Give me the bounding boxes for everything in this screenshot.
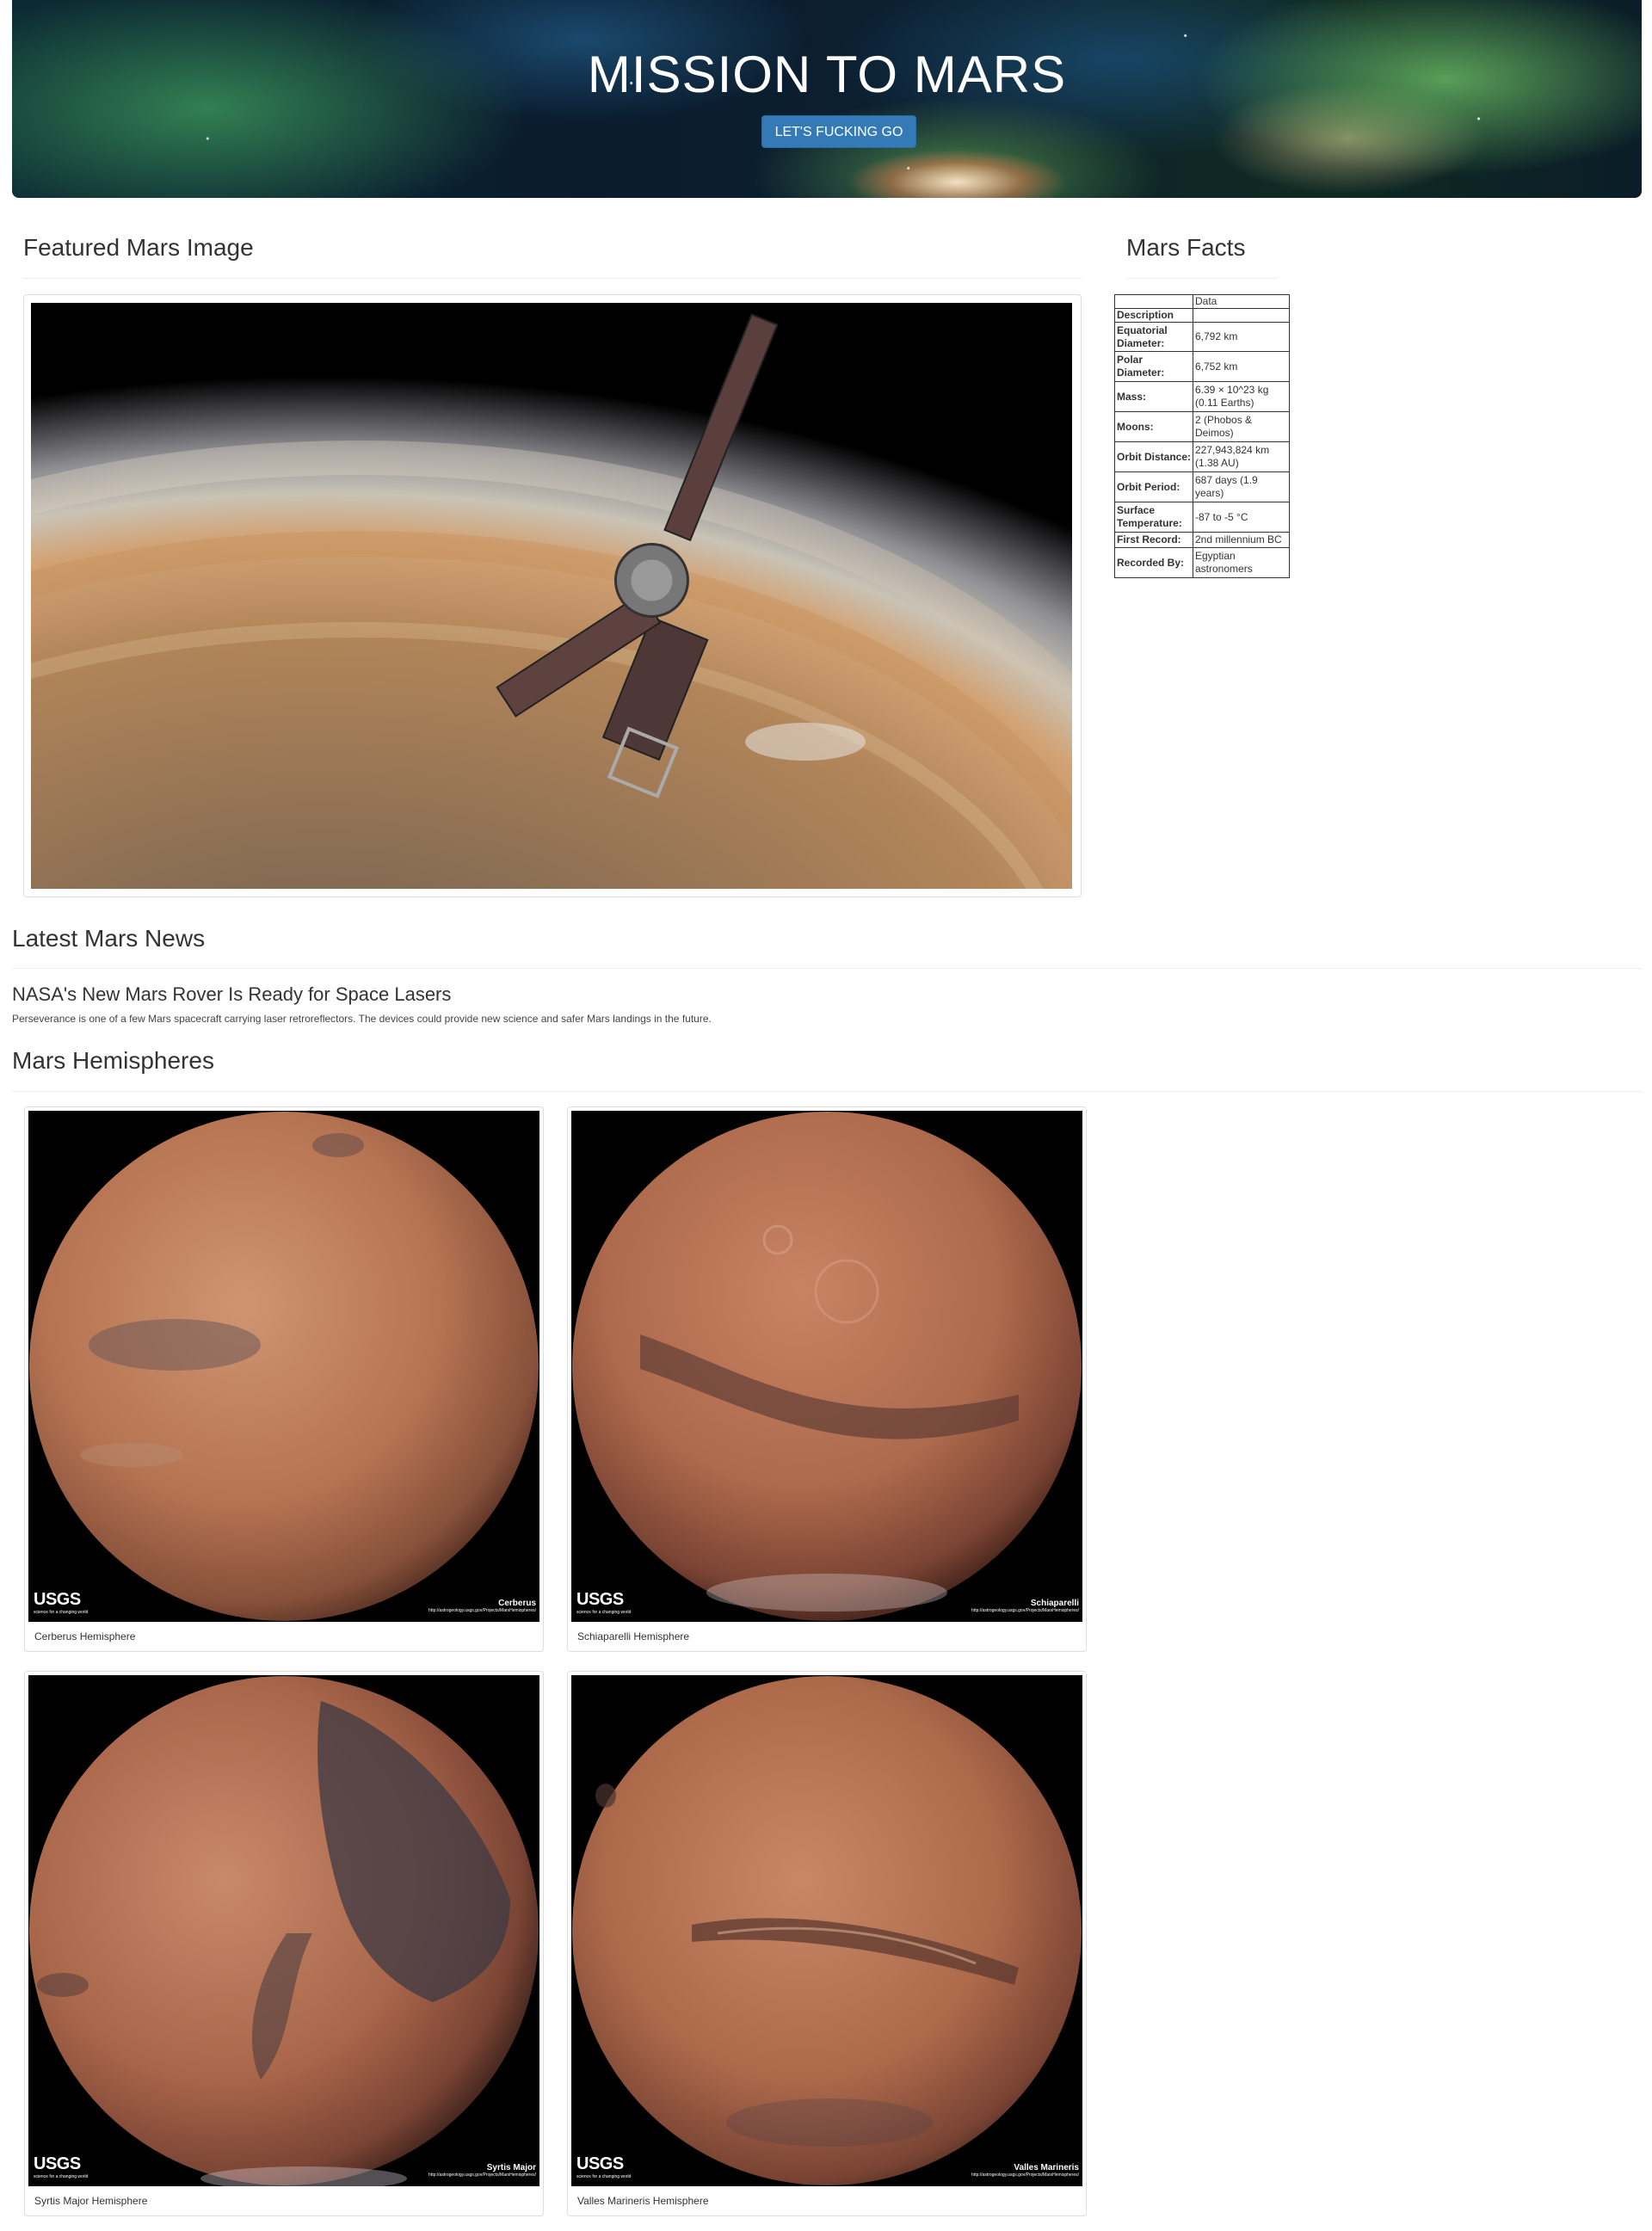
divider (12, 968, 1642, 969)
page-title: MISSION TO MARS (587, 46, 1067, 103)
usgs-logo: USGS science for a changing world (576, 1590, 632, 1615)
hemisphere-card-valles-marineris[interactable]: USGS science for a changing world Valles … (567, 1671, 1087, 2216)
fact-value: Egyptian astronomers (1193, 547, 1290, 578)
fact-label: Recorded By: (1114, 547, 1193, 578)
hemisphere-image: USGS science for a changing world Schiapa… (571, 1111, 1082, 1622)
table-row: Recorded By: Egyptian astronomers (1114, 547, 1290, 578)
divider (1126, 278, 1277, 279)
hemispheres-heading: Mars Hemispheres (12, 1047, 214, 1074)
fact-value: 687 days (1.9 years) (1193, 471, 1290, 502)
index-empty-cell (1193, 308, 1290, 323)
fact-value: 227,943,824 km (1.38 AU) (1193, 441, 1290, 472)
table-index-row: Description (1114, 308, 1290, 323)
column-header-data: Data (1193, 294, 1290, 309)
hemisphere-caption: Valles Marineris Hemisphere (577, 2195, 709, 2207)
usgs-logo: USGS science for a changing world (576, 2154, 632, 2179)
juno-jupiter-illustration (31, 303, 1072, 889)
usgs-logo: USGS science for a changing world (34, 2154, 89, 2179)
fact-label: Orbit Period: (1114, 471, 1193, 502)
fact-label: Surface Temperature: (1114, 502, 1193, 533)
hemisphere-caption: Schiaparelli Hemisphere (577, 1630, 690, 1642)
mars-facts-table: Data Description Equatorial Diameter: 6,7… (1114, 294, 1290, 578)
image-credit: Cerberus http://astrogeology.usgs.gov/Pro… (428, 1599, 536, 1613)
mars-globe-schiaparelli (571, 1111, 1082, 1622)
table-corner-cell (1114, 294, 1193, 309)
latest-news-heading: Latest Mars News (12, 925, 206, 952)
table-row: Mass: 6.39 × 10^23 kg (0.11 Earths) (1114, 381, 1290, 412)
hemisphere-card-syrtis-major[interactable]: USGS science for a changing world Syrtis … (24, 1671, 544, 2216)
fact-label: Mass: (1114, 381, 1193, 412)
usgs-logo: USGS science for a changing world (34, 1590, 89, 1615)
featured-image[interactable] (31, 303, 1072, 889)
scrape-button[interactable]: LET'S FUCKING GO (761, 115, 916, 148)
table-row: First Record: 2nd millennium BC (1114, 532, 1290, 548)
table-row: Orbit Period: 687 days (1.9 years) (1114, 471, 1290, 502)
mars-globe-syrtis-major (28, 1675, 539, 2186)
table-row: Surface Temperature: -87 to -5 °C (1114, 502, 1290, 533)
hemisphere-image: USGS science for a changing world Syrtis … (28, 1675, 539, 2186)
mars-globe-cerberus (28, 1111, 539, 1622)
fact-label: Polar Diameter: (1114, 351, 1193, 382)
hemisphere-caption: Syrtis Major Hemisphere (34, 2195, 148, 2207)
table-header-row: Data (1114, 294, 1290, 309)
fact-value: 2 (Phobos & Deimos) (1193, 411, 1290, 442)
fact-value: -87 to -5 °C (1193, 502, 1290, 533)
hemisphere-image: USGS science for a changing world Valles … (571, 1675, 1082, 2186)
news-title: NASA's New Mars Rover Is Ready for Space… (12, 983, 452, 1005)
hemisphere-image: USGS science for a changing world Cerberu… (28, 1111, 539, 1622)
hemisphere-caption: Cerberus Hemisphere (34, 1630, 136, 1642)
table-row: Orbit Distance: 227,943,824 km (1.38 AU) (1114, 441, 1290, 472)
index-header-description: Description (1114, 308, 1193, 323)
featured-image-heading: Featured Mars Image (23, 234, 254, 261)
image-credit: Valles Marineris http://astrogeology.usgs… (971, 2163, 1079, 2178)
fact-value: 6.39 × 10^23 kg (0.11 Earths) (1193, 381, 1290, 412)
fact-label: Equatorial Diameter: (1114, 322, 1193, 352)
fact-value: 2nd millennium BC (1193, 532, 1290, 548)
fact-label: First Record: (1114, 532, 1193, 548)
fact-label: Moons: (1114, 411, 1193, 442)
fact-label: Orbit Distance: (1114, 441, 1193, 472)
hemisphere-card-cerberus[interactable]: USGS science for a changing world Cerberu… (24, 1106, 544, 1652)
jumbotron-banner: MISSION TO MARS LET'S FUCKING GO (12, 0, 1642, 198)
hemisphere-card-schiaparelli[interactable]: USGS science for a changing world Schiapa… (567, 1106, 1087, 1652)
image-credit: Schiaparelli http://astrogeology.usgs.gov… (971, 1599, 1079, 1613)
divider (23, 278, 1082, 279)
table-row: Polar Diameter: 6,752 km (1114, 351, 1290, 382)
mars-globe-valles-marineris (571, 1675, 1082, 2186)
table-row: Moons: 2 (Phobos & Deimos) (1114, 411, 1290, 442)
news-paragraph: Perseverance is one of a few Mars spacec… (12, 1013, 712, 1025)
divider (12, 1091, 1642, 1092)
table-row: Equatorial Diameter: 6,792 km (1114, 322, 1290, 352)
fact-value: 6,752 km (1193, 351, 1290, 382)
mars-facts-heading: Mars Facts (1126, 234, 1246, 261)
fact-value: 6,792 km (1193, 322, 1290, 352)
image-credit: Syrtis Major http://astrogeology.usgs.gov… (428, 2163, 536, 2178)
